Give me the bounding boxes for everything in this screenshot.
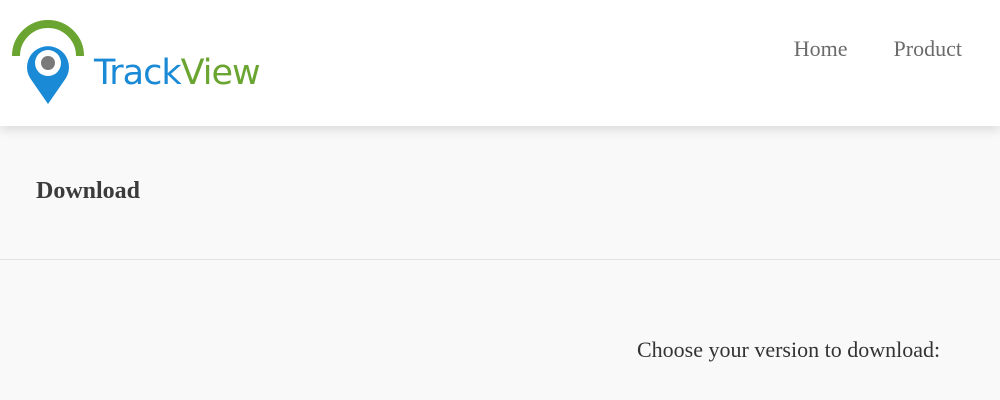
- nav-home-link[interactable]: Home: [794, 36, 848, 62]
- location-pin-icon: [12, 20, 84, 104]
- page-title: Download: [36, 178, 141, 204]
- trackview-logo[interactable]: TrackView: [10, 16, 280, 108]
- site-header: TrackView Home Product: [0, 0, 1000, 126]
- main-nav: Home Product: [794, 36, 962, 62]
- nav-product-link[interactable]: Product: [894, 36, 962, 62]
- download-content: Choose your version to download:: [0, 260, 1000, 400]
- choose-version-prompt: Choose your version to download:: [637, 337, 941, 362]
- page-title-bar: Download: [0, 126, 1000, 260]
- logo-text-view: View: [180, 53, 261, 93]
- logo-text-track: Track: [94, 53, 182, 93]
- logo-wordmark: TrackView: [94, 53, 261, 93]
